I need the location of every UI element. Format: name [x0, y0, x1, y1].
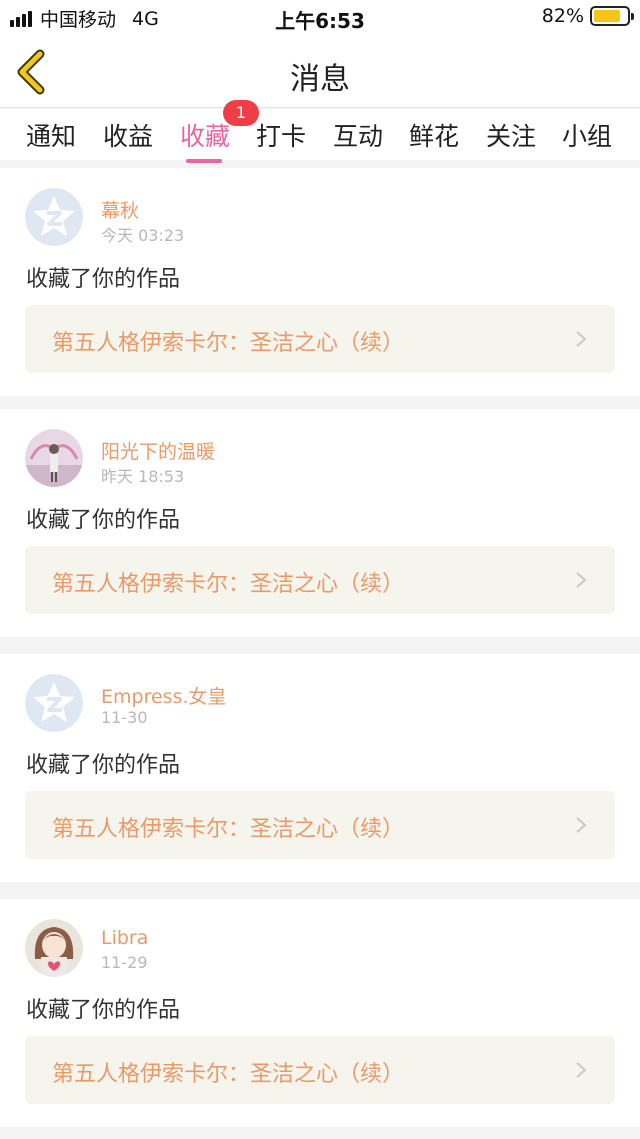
- message-time: 11-29: [101, 953, 148, 972]
- message-action: 收藏了你的作品: [26, 998, 181, 1023]
- cartoon-girl-avatar-icon: [25, 919, 83, 977]
- username[interactable]: 阳光下的温暖: [101, 437, 215, 464]
- work-title: 第五人格伊索卡尔：圣洁之心（续）: [52, 572, 405, 597]
- user-avatar[interactable]: [25, 674, 83, 732]
- user-avatar[interactable]: [25, 429, 83, 487]
- tab-favorites[interactable]: 收藏: [180, 117, 231, 163]
- chevron-right-icon: [576, 1062, 587, 1078]
- username[interactable]: 幕秋: [101, 196, 139, 223]
- username[interactable]: Empress.女皇: [101, 682, 227, 709]
- message-card: 幕秋 今天 03:23 收藏了你的作品 第五人格伊索卡尔：圣洁之心（续）: [0, 168, 640, 396]
- work-title: 第五人格伊索卡尔：圣洁之心（续）: [52, 1062, 405, 1087]
- chevron-left-icon: [17, 49, 45, 95]
- nav-bar: 消息: [0, 36, 640, 108]
- tab-bar: 通知 收益 收藏 1 打卡 互动 鲜花 关注 小组: [0, 100, 640, 163]
- battery-percent: 82%: [541, 5, 584, 27]
- work-link[interactable]: 第五人格伊索卡尔：圣洁之心（续）: [25, 1036, 615, 1104]
- tab-favorites-label: 收藏: [180, 122, 231, 151]
- user-avatar[interactable]: [25, 188, 83, 246]
- active-tab-indicator: [186, 159, 222, 163]
- back-button[interactable]: [10, 46, 60, 98]
- tab-flowers[interactable]: 鲜花: [409, 117, 459, 153]
- page-title: 消息: [290, 62, 350, 97]
- chevron-right-icon: [576, 331, 587, 347]
- tab-earnings[interactable]: 收益: [103, 117, 153, 153]
- tab-notifications[interactable]: 通知: [26, 117, 76, 153]
- default-avatar-icon: [25, 188, 83, 246]
- message-action: 收藏了你的作品: [26, 753, 181, 778]
- message-time: 昨天 18:53: [101, 467, 185, 486]
- tab-groups[interactable]: 小组: [562, 117, 612, 153]
- message-time: 11-30: [101, 708, 148, 727]
- user-avatar[interactable]: [25, 919, 83, 977]
- tab-follow[interactable]: 关注: [486, 117, 536, 153]
- default-avatar-icon: [25, 674, 83, 732]
- work-link[interactable]: 第五人格伊索卡尔：圣洁之心（续）: [25, 791, 615, 859]
- battery-icon: [590, 6, 634, 26]
- status-bar: 中国移动 4G 上午6:53 82%: [0, 0, 640, 36]
- message-time: 今天 03:23: [101, 226, 185, 245]
- username[interactable]: Libra: [101, 927, 148, 949]
- message-card: 阳光下的温暖 昨天 18:53 收藏了你的作品 第五人格伊索卡尔：圣洁之心（续）: [0, 409, 640, 637]
- tab-checkin[interactable]: 打卡: [256, 117, 306, 153]
- chevron-right-icon: [576, 572, 587, 588]
- work-link[interactable]: 第五人格伊索卡尔：圣洁之心（续）: [25, 305, 615, 373]
- unread-badge: 1: [223, 100, 259, 126]
- chevron-right-icon: [576, 817, 587, 833]
- work-link[interactable]: 第五人格伊索卡尔：圣洁之心（续）: [25, 546, 615, 614]
- message-action: 收藏了你的作品: [26, 508, 181, 533]
- tab-interaction[interactable]: 互动: [333, 117, 383, 153]
- message-card: Libra 11-29 收藏了你的作品 第五人格伊索卡尔：圣洁之心（续）: [0, 899, 640, 1127]
- work-title: 第五人格伊索卡尔：圣洁之心（续）: [52, 331, 405, 356]
- photo-avatar-icon: [25, 429, 83, 487]
- message-action: 收藏了你的作品: [26, 267, 181, 292]
- work-title: 第五人格伊索卡尔：圣洁之心（续）: [52, 817, 405, 842]
- message-card: Empress.女皇 11-30 收藏了你的作品 第五人格伊索卡尔：圣洁之心（续…: [0, 654, 640, 882]
